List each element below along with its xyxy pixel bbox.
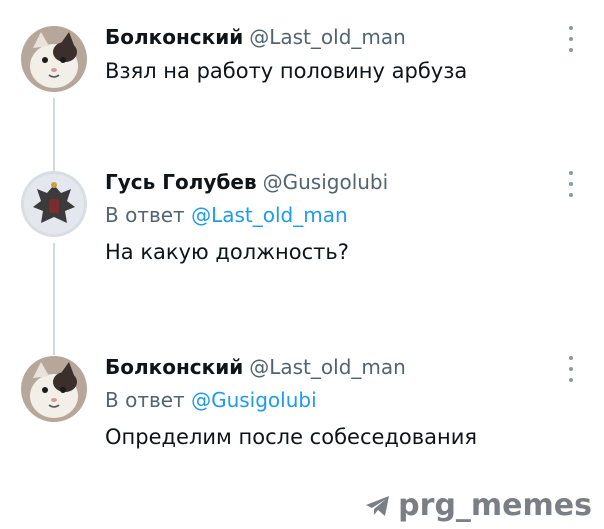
more-options-icon[interactable] (566, 356, 576, 382)
cat-avatar[interactable] (21, 356, 87, 422)
author-handle[interactable]: @Gusigolubi (263, 170, 389, 194)
author-name[interactable]: Болконский (105, 25, 243, 49)
reply-mention-link[interactable]: @Last_old_man (191, 203, 348, 227)
tweet[interactable]: Гусь Голубев @Gusigolubi В ответ @Last_ol… (0, 163, 604, 273)
reply-prefix: В ответ (105, 203, 192, 227)
tweet[interactable]: Болконский @Last_old_man Взял на работу п… (0, 18, 604, 98)
watermark: prg_memes (364, 488, 592, 523)
tweet-text: Взял на работу половину арбуза (105, 59, 468, 83)
telegram-icon (366, 495, 390, 516)
tweet[interactable]: Болконский @Last_old_man В ответ @Gusigol… (0, 348, 604, 458)
reply-to-line: В ответ @Last_old_man (105, 201, 564, 229)
author-name[interactable]: Болконский (105, 355, 243, 379)
author-handle[interactable]: @Last_old_man (249, 25, 406, 49)
reply-mention-link[interactable]: @Gusigolubi (191, 388, 317, 412)
tweet-text: На какую должность? (105, 240, 349, 264)
reply-to-line: В ответ @Gusigolubi (105, 386, 564, 414)
coat-of-arms-avatar[interactable] (21, 171, 87, 237)
reply-prefix: В ответ (105, 388, 192, 412)
cat-avatar[interactable] (21, 26, 87, 92)
thread-line (53, 98, 55, 172)
tweet-text: Определим после собеседования (105, 425, 478, 449)
more-options-icon[interactable] (566, 171, 576, 197)
watermark-text: prg_memes (398, 488, 592, 523)
author-handle[interactable]: @Last_old_man (249, 355, 406, 379)
author-name[interactable]: Гусь Голубев (105, 170, 257, 194)
more-options-icon[interactable] (566, 26, 576, 52)
